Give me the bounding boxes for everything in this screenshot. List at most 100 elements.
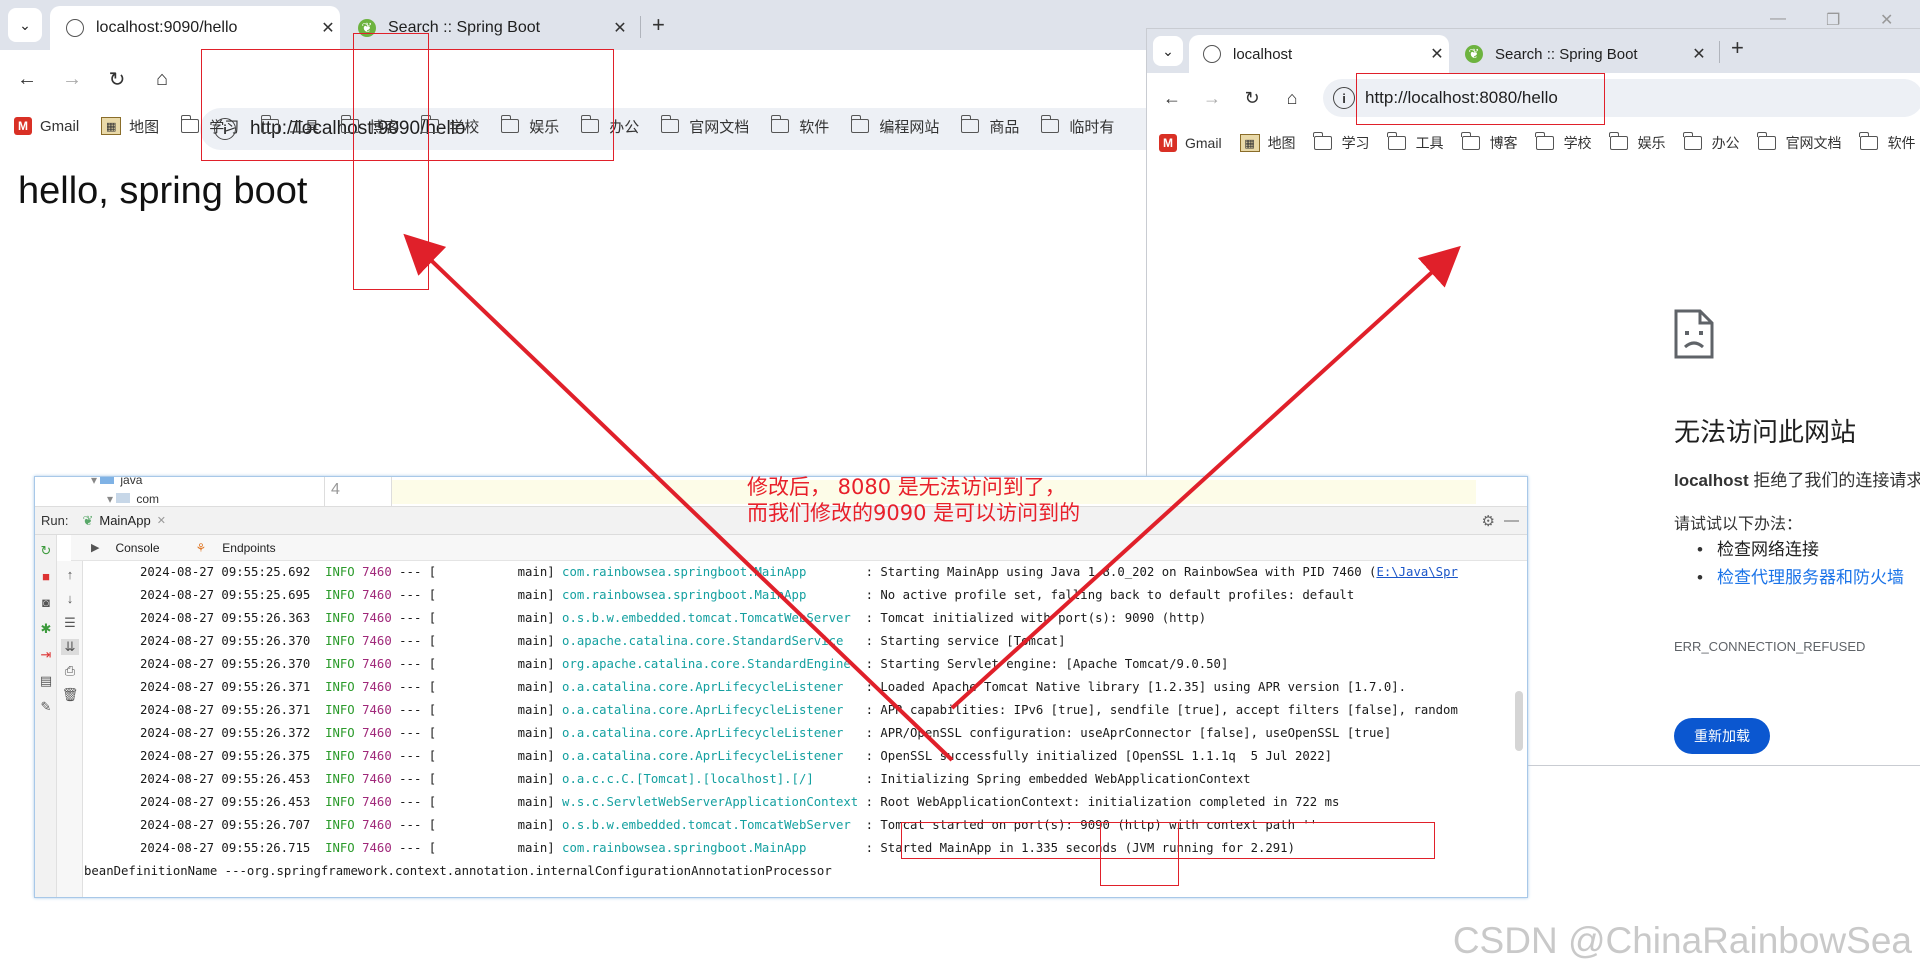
close-icon[interactable]: ✕ [1425,44,1449,64]
log-pid: 7460 [362,634,392,648]
restore-icon[interactable]: ❐ [1826,10,1840,30]
close-icon[interactable]: ✕ [1687,44,1711,64]
log-line: 2024-08-27 09:55:26.453 INFO 7460 --- [ … [140,772,1251,786]
log-message: Initializing Spring embedded WebApplicat… [880,772,1251,786]
forward-arrow-icon[interactable]: → [1197,83,1227,113]
bookmark-label: 官网文档 [689,118,750,136]
gear-icon[interactable]: ⚙ [1482,512,1495,530]
log-level: INFO [325,565,355,579]
tree-node-com[interactable]: ▾ com [107,492,159,506]
tab-spring-boot[interactable]: ❦ Search :: Spring Boot ✕ [1451,35,1711,73]
package-icon [116,493,131,503]
home-icon[interactable]: ⌂ [147,64,177,94]
close-icon[interactable]: ✕ [316,18,340,38]
suggestion-check-proxy-link[interactable]: 检查代理服务器和防火墙 [1697,563,1904,591]
home-icon[interactable]: ⌂ [1277,83,1307,113]
bookmark-gmail[interactable]: M Gmail [1159,134,1222,152]
reload-button[interactable]: 重新加载 [1674,718,1770,754]
error-message: localhost 拒绝了我们的连接请求 [1674,466,1920,491]
log-thread: main [517,749,548,763]
bookmark-folder[interactable]: 官网文档 [1756,132,1842,153]
rerun-icon[interactable]: ↻ [37,543,55,559]
pin-icon[interactable]: ✎ [37,699,55,715]
bookmark-folder[interactable]: 官网文档 [660,115,750,137]
tab-search-dropdown[interactable]: ⌄ [8,8,42,42]
down-arrow-icon[interactable]: ↓ [61,591,79,606]
highlight-url-8080 [1356,73,1605,125]
bookmark-folder[interactable]: 商品 [960,115,1019,137]
log-timestamp: 2024-08-27 09:55:26.371 [140,703,311,717]
scrollbar[interactable] [1506,561,1527,897]
bookmark-folder[interactable]: 临时有 [1040,115,1114,137]
bookmark-label: 地图 [1267,135,1296,151]
minimize-icon[interactable]: — [1504,512,1519,529]
close-icon[interactable]: ✕ [157,514,166,527]
bookmark-folder[interactable]: 娱乐 [1608,132,1666,153]
bookmark-folder[interactable]: 办公 [1682,132,1740,153]
page-body-text: hello, spring boot [18,170,308,212]
log-level: INFO [325,611,355,625]
error-message-text: 拒绝了我们的连接请求 [1748,471,1920,490]
tab-localhost-9090[interactable]: localhost:9090/hello ✕ [50,6,340,50]
log-class: o.apache.catalina.core.StandardService [562,634,844,648]
tab-search-dropdown[interactable]: ⌄ [1153,36,1183,66]
reload-icon[interactable]: ↻ [1237,83,1267,113]
log-message: No active profile set, falling back to d… [880,588,1355,602]
tab-endpoints[interactable]: ⚘ Endpoints [186,541,284,555]
print-icon[interactable]: ⎙ [61,663,79,679]
log-class: o.a.catalina.core.AprLifecycleListener [562,726,844,740]
log-message: Starting service [Tomcat] [880,634,1066,648]
log-class: o.s.b.w.embedded.tomcat.TomcatWebServer [562,611,851,625]
forward-arrow-icon[interactable]: → [57,64,87,94]
bookmark-folder[interactable]: 软件 [770,115,829,137]
soft-wrap-icon[interactable]: ☰ [61,615,79,631]
site-info-icon[interactable]: i [1333,87,1355,109]
bookmark-map[interactable]: ▦ 地图 [101,116,159,137]
folder-icon [660,115,680,133]
log-timestamp: 2024-08-27 09:55:26.370 [140,634,311,648]
new-tab-button[interactable]: + [652,12,665,38]
minimize-icon[interactable]: — [1770,10,1786,28]
bookmark-folder[interactable]: 学校 [1534,132,1592,153]
bookmark-map[interactable]: ▦ 地图 [1239,133,1296,153]
bookmark-folder[interactable]: 学习 [1312,132,1370,153]
back-arrow-icon[interactable]: ← [1157,83,1187,113]
log-line: 2024-08-27 09:55:26.370 INFO 7460 --- [ … [140,634,1066,648]
reload-icon[interactable]: ↻ [102,64,132,94]
log-thread: main [517,772,548,786]
bookmark-folder[interactable]: 软件 [1858,132,1916,153]
debug-icon[interactable]: ✱ [37,621,55,637]
tab-localhost[interactable]: localhost ✕ [1189,35,1449,73]
layout-icon[interactable]: ▤ [37,673,55,689]
bookmark-folder[interactable]: 博客 [1460,132,1518,153]
annotation-text: 修改后， 8080 是无法访问到了， 而我们修改的9090 是可以访问到的 [747,475,1081,525]
bookmark-folder[interactable]: 工具 [1386,132,1444,153]
run-tab-mainapp[interactable]: ❦ MainApp ✕ [82,513,165,529]
tab-console[interactable]: ▶ Console [81,541,168,555]
stop-icon[interactable]: ■ [37,569,55,584]
chevron-down-icon: ⌄ [19,16,31,33]
bookmark-folder[interactable]: 编程网站 [850,115,939,137]
scrollbar-thumb[interactable] [1515,691,1523,751]
log-pid: 7460 [362,657,392,671]
camera-icon[interactable]: ◙ [37,595,55,610]
back-arrow-icon[interactable]: ← [12,64,42,94]
gmail-icon: M [14,117,32,135]
bookmark-label: 软件 [1887,135,1916,151]
log-line: 2024-08-27 09:55:26.370 INFO 7460 --- [ … [140,657,1229,671]
scroll-to-end-icon[interactable]: ⇊ [61,639,79,655]
tree-node-java[interactable]: ▾ java [91,477,142,487]
new-tab-button[interactable]: + [1731,35,1744,61]
up-arrow-icon[interactable]: ↑ [61,567,79,582]
log-class: com.rainbowsea.springboot.MainApp [562,841,807,855]
bookmark-gmail[interactable]: M Gmail [14,117,79,135]
window-close-icon[interactable]: ✕ [1880,10,1893,30]
log-level: INFO [325,772,355,786]
error-title: 无法访问此网站 [1674,417,1857,447]
exit-icon[interactable]: ⇥ [37,647,55,663]
log-class: o.a.catalina.core.AprLifecycleListener [562,749,844,763]
log-path-link[interactable]: E:\Java\Spr [1376,565,1457,579]
close-icon[interactable]: ✕ [608,18,632,38]
log-line-trailing: beanDefinitionName ---org.springframewor… [84,864,832,878]
trash-icon[interactable]: 🗑 [61,687,79,703]
